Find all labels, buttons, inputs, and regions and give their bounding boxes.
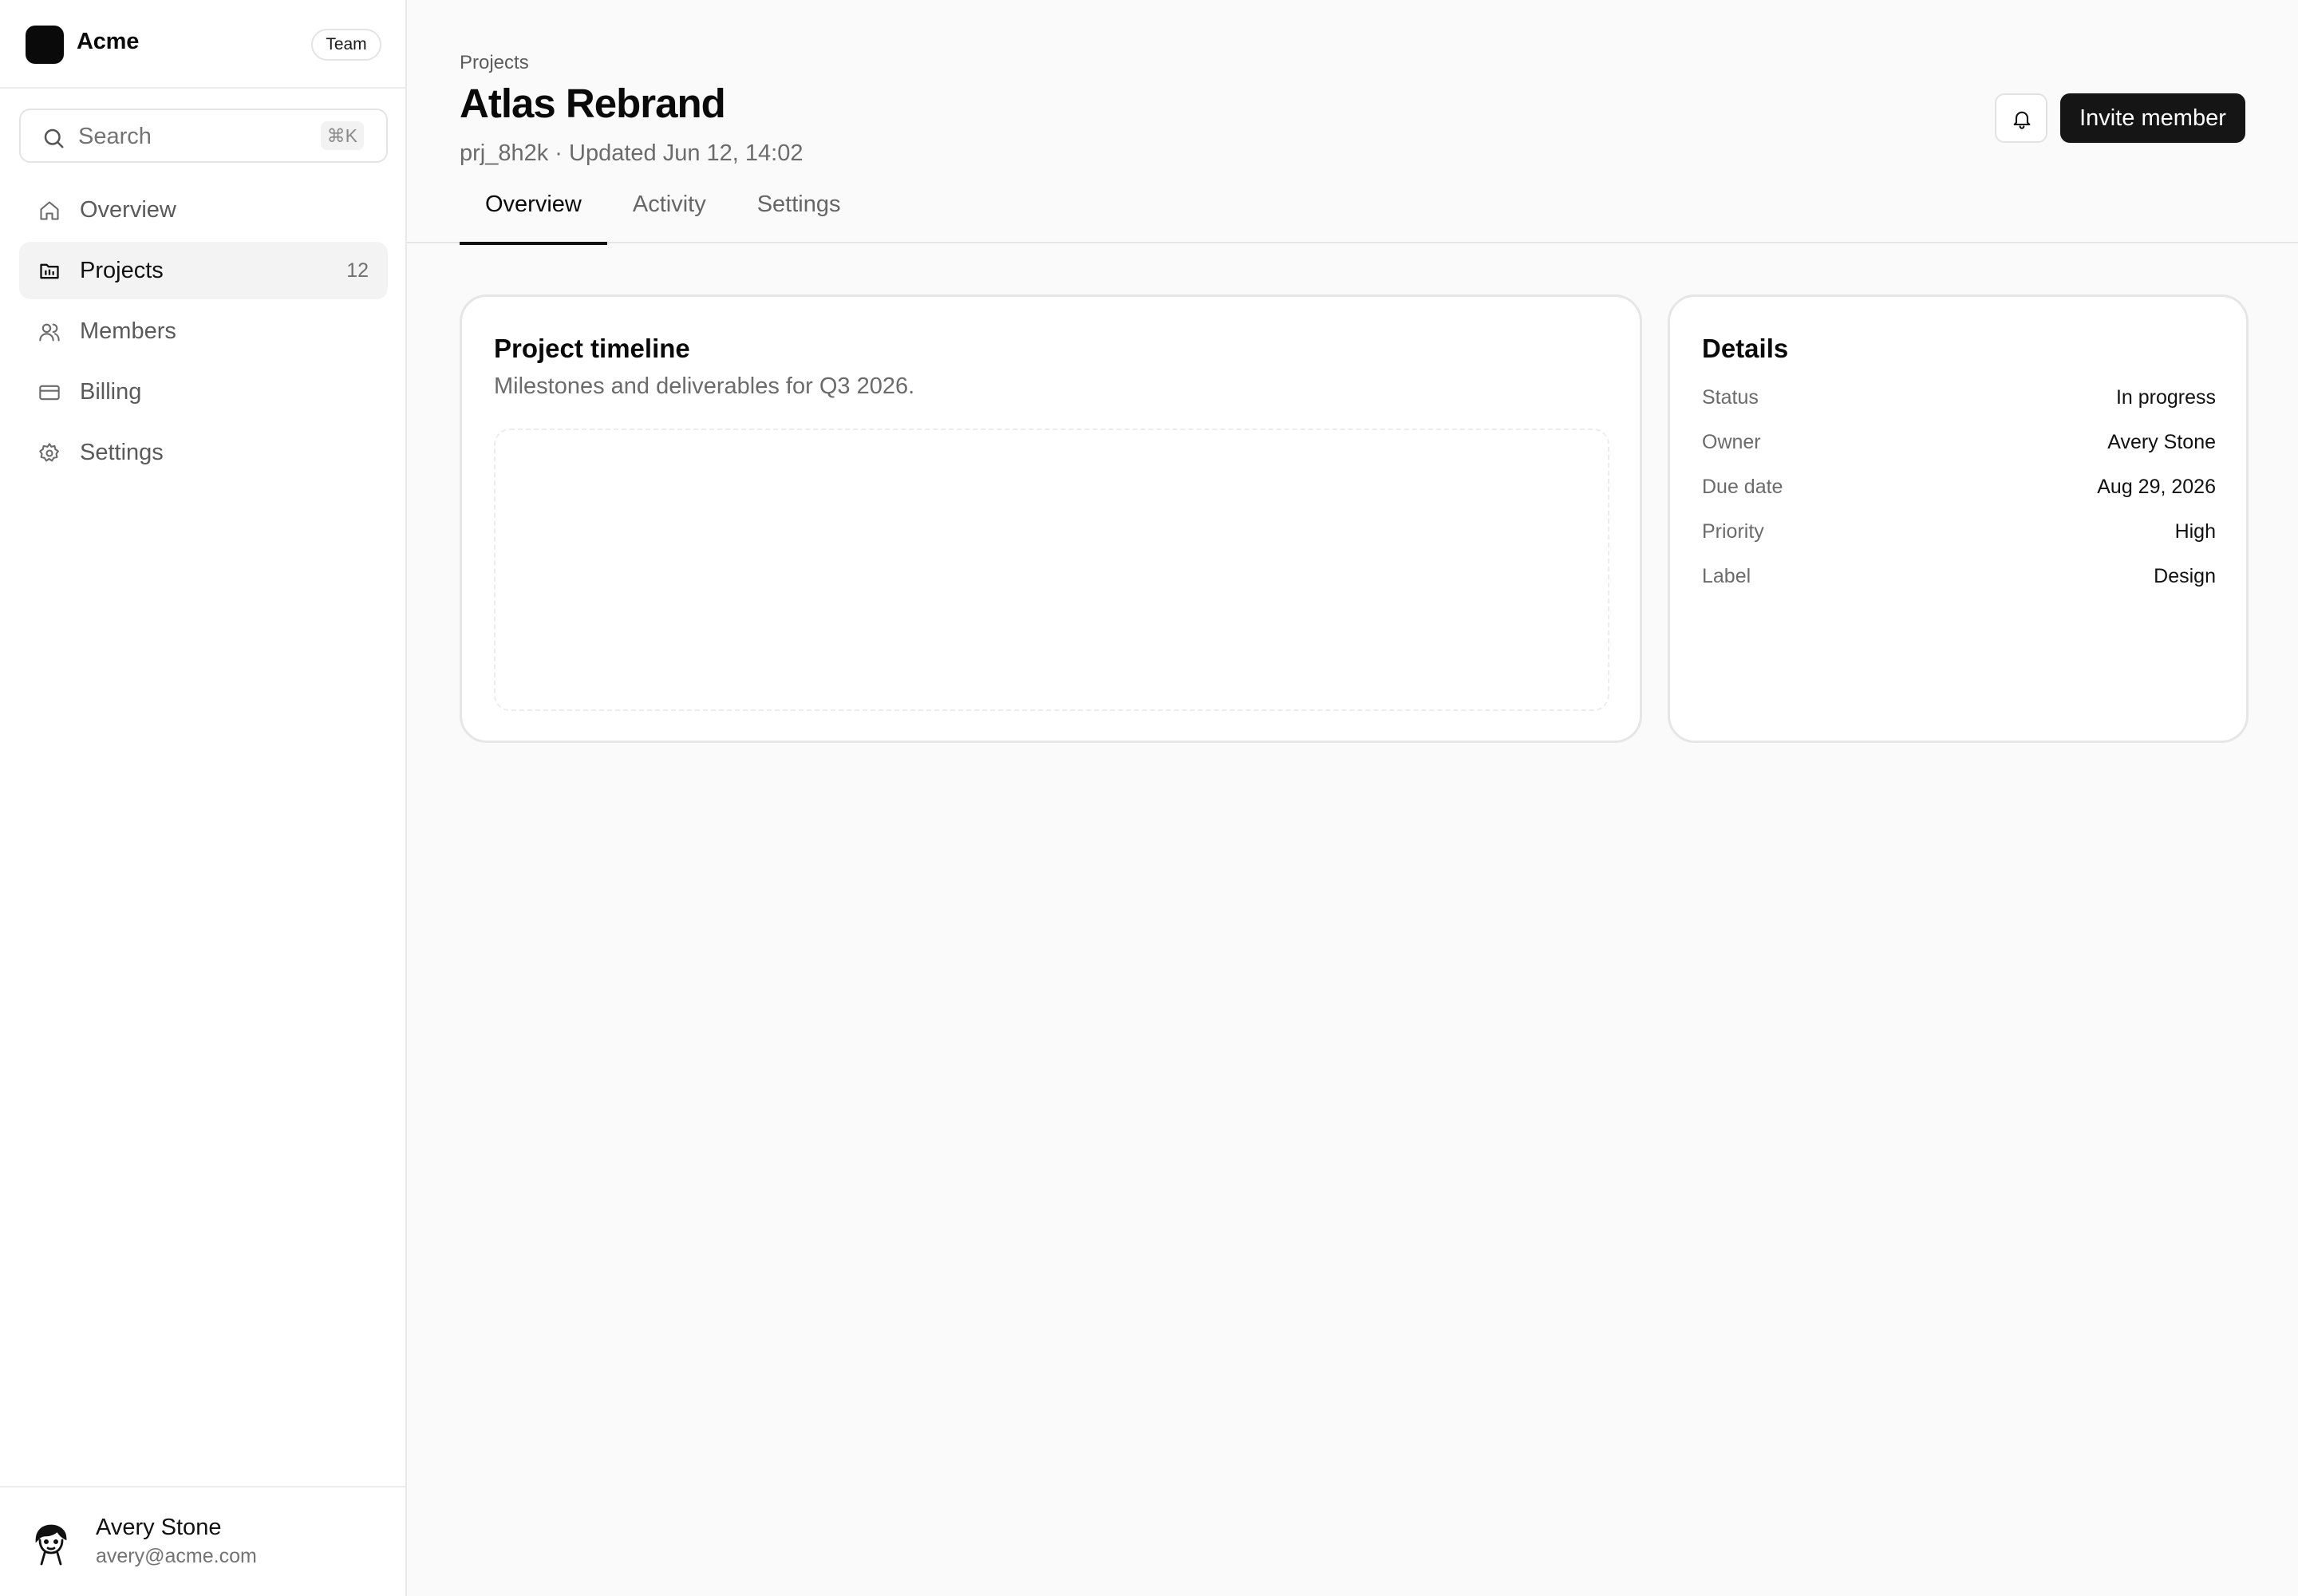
sidebar-item-overview[interactable]: Overview xyxy=(19,181,388,239)
page-subtitle: prj_8h2k · Updated Jun 12, 14:02 xyxy=(460,140,804,166)
team-badge[interactable]: Team xyxy=(311,29,381,61)
sidebar-item-settings[interactable]: Settings xyxy=(19,424,388,481)
user-name: Avery Stone xyxy=(96,1515,222,1540)
sidebar-item-label: Settings xyxy=(80,440,164,465)
detail-value: Design xyxy=(2154,565,2216,587)
tab-activity[interactable]: Activity xyxy=(607,188,732,243)
detail-row-due-date: Due date Aug 29, 2026 xyxy=(1702,476,2216,508)
folder-icon xyxy=(40,263,59,279)
card-subtitle: Milestones and deliverables for Q3 2026. xyxy=(494,373,915,399)
sidebar-item-label: Billing xyxy=(80,379,142,405)
sidebar-item-label: Projects xyxy=(80,258,164,283)
timeline-placeholder xyxy=(494,429,1609,711)
sidebar-item-members[interactable]: Members xyxy=(19,302,388,360)
sidebar-item-billing[interactable]: Billing xyxy=(19,363,388,421)
detail-row-label: Label Design xyxy=(1702,565,2216,597)
gear-icon xyxy=(39,443,59,462)
tab-bar: Overview Activity Settings xyxy=(460,188,867,245)
search-shortcut: ⌘K xyxy=(320,121,364,150)
detail-row-owner: Owner Avery Stone xyxy=(1702,431,2216,463)
card-title: Project timeline xyxy=(494,334,690,363)
user-profile[interactable]: Avery Stone avery@acme.com xyxy=(0,1486,405,1596)
invite-member-button[interactable]: Invite member xyxy=(2060,93,2245,143)
breadcrumb[interactable]: Projects xyxy=(460,52,529,74)
detail-key: Status xyxy=(1702,386,1759,409)
sidebar-item-projects[interactable]: Projects 12 xyxy=(19,242,388,299)
detail-value: In progress xyxy=(2115,386,2216,409)
sidebar-item-label: Overview xyxy=(80,197,176,223)
brand-name: Acme xyxy=(77,29,140,54)
sidebar: Acme Team Search ⌘K Overview Projects 12… xyxy=(0,0,407,1596)
user-email: avery@acme.com xyxy=(96,1545,257,1567)
tab-settings[interactable]: Settings xyxy=(732,188,867,243)
users-icon xyxy=(39,323,60,342)
detail-key: Due date xyxy=(1702,476,1783,498)
detail-row-status: Status In progress xyxy=(1702,386,2216,418)
project-timeline-card: Project timeline Milestones and delivera… xyxy=(460,294,1642,743)
bell-icon xyxy=(2013,111,2031,129)
brand-logo[interactable] xyxy=(26,26,64,64)
detail-key: Owner xyxy=(1702,431,1761,453)
page-title: Atlas Rebrand xyxy=(460,81,726,126)
tab-overview[interactable]: Overview xyxy=(460,188,607,245)
detail-value: Avery Stone xyxy=(2107,431,2216,453)
search-placeholder: Search xyxy=(78,124,152,149)
credit-card-icon xyxy=(39,385,60,401)
detail-value: High xyxy=(2174,520,2216,543)
home-icon xyxy=(40,201,59,220)
detail-key: Priority xyxy=(1702,520,1764,543)
brand-header: Acme Team xyxy=(0,0,405,89)
details-card: Details Status In progress Owner Avery S… xyxy=(1668,294,2249,743)
sidebar-nav: Overview Projects 12 Members Billing Set… xyxy=(19,181,388,484)
card-title: Details xyxy=(1702,334,1789,363)
sidebar-item-label: Members xyxy=(80,318,176,344)
detail-value: Aug 29, 2026 xyxy=(2097,476,2216,498)
detail-key: Label xyxy=(1702,565,1751,587)
avatar xyxy=(35,1524,67,1566)
search-input[interactable]: Search ⌘K xyxy=(19,109,388,163)
detail-row-priority: Priority High xyxy=(1702,520,2216,552)
notifications-button[interactable] xyxy=(1995,93,2047,143)
projects-count-badge: 12 xyxy=(346,259,369,282)
search-icon xyxy=(44,128,64,148)
